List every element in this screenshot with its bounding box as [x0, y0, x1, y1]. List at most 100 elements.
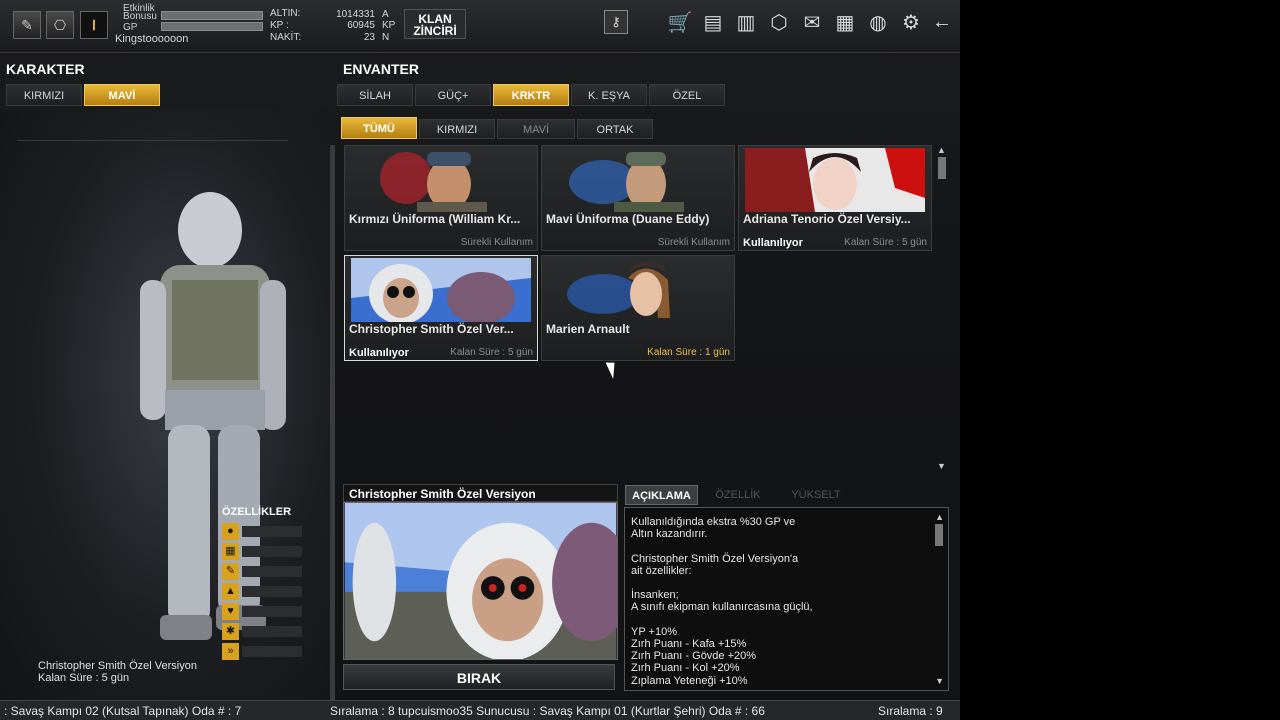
feature-bar	[242, 646, 302, 657]
feature-row: ✎	[222, 563, 302, 580]
subtab-red[interactable]: KIRMIZI	[419, 119, 495, 139]
player-nickname: Kingstoooooon	[115, 33, 189, 45]
feature-row: ✱	[222, 623, 302, 640]
drop-button[interactable]: BIRAK	[343, 664, 615, 690]
top-bar: ✎ ⎔ Ⅰ Etkinlik Bonusu GP Kingstoooooon A…	[0, 0, 960, 53]
description-line: A sınıfı ekipman kullanırcasına güçlü,	[631, 601, 813, 614]
globe-icon[interactable]: ◍	[864, 8, 892, 36]
description-line: Zırh Puanı - Kafa +15%	[631, 638, 747, 650]
cash-value: 23	[363, 32, 375, 43]
gp-label: GP	[123, 22, 138, 33]
tab-special[interactable]: ÖZEL	[649, 84, 725, 106]
bonus-bar	[161, 11, 263, 20]
item-portrait	[351, 258, 531, 322]
character-divider	[18, 140, 288, 141]
gear-icon[interactable]: ⚙	[897, 8, 925, 36]
feature-row: »	[222, 643, 302, 660]
feature-icon: ✱	[222, 623, 239, 640]
item-portrait	[567, 262, 670, 318]
item-duration: Kalan Süre : 5 gün	[450, 347, 533, 358]
cash-label: NAKİT:	[270, 32, 302, 43]
feature-icon: ✎	[222, 563, 239, 580]
item-duration: Sürekli Kullanım	[460, 237, 533, 248]
ticker-right: Sıralama : 9	[878, 704, 943, 718]
character-title: KARAKTER	[6, 61, 85, 77]
desc-scroll-up-icon[interactable]: ▲	[935, 512, 944, 522]
feature-bar	[242, 606, 302, 617]
game-window: ✎ ⎔ Ⅰ Etkinlik Bonusu GP Kingstoooooon A…	[0, 0, 960, 720]
cash-unit: N	[382, 32, 390, 43]
description-line: İnsanken;	[631, 589, 679, 602]
book-icon[interactable]: ▥	[732, 8, 760, 36]
detail-title: Christopher Smith Özel Versiyon	[343, 484, 618, 502]
desc-scrollbar[interactable]	[935, 524, 943, 546]
clan-button-line2: ZİNCİRİ	[413, 24, 457, 38]
inventory-card[interactable]: Marien Arnault Kalan Süre : 1 gün	[541, 255, 735, 361]
tab-weapon[interactable]: SİLAH	[337, 84, 413, 106]
feature-icon: ●	[222, 523, 239, 540]
tab-upgrade[interactable]: YÜKSELT	[778, 485, 854, 505]
feature-row: ♥	[222, 603, 302, 620]
tab-description[interactable]: AÇIKLAMA	[625, 485, 698, 505]
subtab-common[interactable]: ORTAK	[577, 119, 653, 139]
ticker-middle: Sıralama : 8 tupcuismoo35 Sunucusu : Sav…	[330, 704, 765, 718]
item-status: Kullanılıyor	[349, 347, 409, 359]
clan-chain-button[interactable]: KLAN ZİNCİRİ	[404, 9, 466, 39]
features-title: ÖZELLİKLER	[222, 506, 292, 518]
character-name: Christopher Smith Özel Versiyon	[38, 660, 197, 672]
rank-icon: Ⅰ	[80, 11, 108, 39]
tab-features[interactable]: ÖZELLİK	[700, 485, 776, 505]
desc-scroll-down-icon[interactable]: ▼	[935, 676, 944, 686]
grid-scrollbar[interactable]	[938, 157, 946, 179]
memo-icon[interactable]: ✎	[13, 11, 41, 39]
grid-scroll-down-icon[interactable]: ▼	[937, 461, 946, 471]
inventory-card[interactable]: Mavi Üniforma (Duane Eddy) Sürekli Kulla…	[541, 145, 735, 251]
item-name: Adriana Tenorio Özel Versiy...	[743, 212, 911, 226]
key-icon[interactable]: ⚷	[604, 10, 628, 34]
description-line: Zırh Puanı - Kol +20%	[631, 662, 740, 675]
bag-icon[interactable]: ▤	[699, 8, 727, 36]
gp-bar	[161, 22, 263, 31]
box-icon[interactable]: ⬡	[765, 8, 793, 36]
description-line: Zırh Puanı - Gövde +20%	[631, 650, 757, 663]
kp-label: KP :	[270, 20, 289, 31]
badge-icon[interactable]: ⎔	[46, 11, 74, 39]
subtab-blue[interactable]: MAVİ	[497, 119, 575, 139]
mail-icon[interactable]: ✉	[798, 8, 826, 36]
subtab-all[interactable]: TÜMÜ	[341, 117, 417, 139]
description-line: Altın kazandırır.	[631, 528, 708, 541]
inventory-card[interactable]: Adriana Tenorio Özel Versiy... Kullanılı…	[738, 145, 932, 251]
news-ticker: : Savaş Kampı 02 (Kutsal Tapınak) Oda # …	[0, 700, 960, 720]
tab-personal-items[interactable]: K. EŞYA	[571, 84, 647, 106]
detail-portrait	[344, 503, 617, 659]
folder-icon[interactable]: ▦	[831, 8, 859, 36]
tab-characters[interactable]: KRKTR	[493, 84, 569, 106]
tab-character-red[interactable]: KIRMIZI	[6, 84, 82, 106]
item-duration: Kalan Süre : 5 gün	[844, 237, 927, 248]
bonus-label: Bonusu	[123, 11, 157, 22]
description-line: YP +10%	[631, 625, 677, 638]
character-name-label: Christopher Smith Özel Versiyon Kalan Sü…	[38, 660, 197, 684]
item-portrait	[745, 148, 925, 212]
item-name: Marien Arnault	[546, 322, 630, 336]
gold-label: ALTIN:	[270, 8, 301, 19]
feature-row: ●	[222, 523, 302, 540]
tab-power[interactable]: GÜÇ+	[415, 84, 491, 106]
feature-icon: ▦	[222, 543, 239, 560]
inventory-card[interactable]: Kırmızı Üniforma (William Kr... Sürekli …	[344, 145, 538, 251]
item-name: Mavi Üniforma (Duane Eddy)	[546, 212, 710, 226]
feature-bar	[242, 626, 302, 637]
cart-icon[interactable]: 🛒	[666, 8, 694, 36]
grid-scroll-up-icon[interactable]: ▲	[937, 145, 946, 155]
feature-icon: »	[222, 643, 239, 660]
description-line: Kullanıldığında ekstra %30 GP ve	[631, 516, 796, 528]
detail-image	[343, 502, 618, 660]
back-arrow-icon[interactable]: ←	[928, 8, 956, 36]
inventory-card[interactable]: Christopher Smith Özel Ver... Kullanılıy…	[344, 255, 538, 361]
inventory-grid: Kırmızı Üniforma (William Kr... Sürekli …	[343, 145, 943, 475]
item-name: Kırmızı Üniforma (William Kr...	[349, 212, 521, 226]
item-duration: Kalan Süre : 1 gün	[647, 347, 730, 358]
feature-bar	[242, 546, 302, 557]
feature-row: ▦	[222, 543, 302, 560]
tab-character-blue[interactable]: MAVİ	[84, 84, 160, 106]
